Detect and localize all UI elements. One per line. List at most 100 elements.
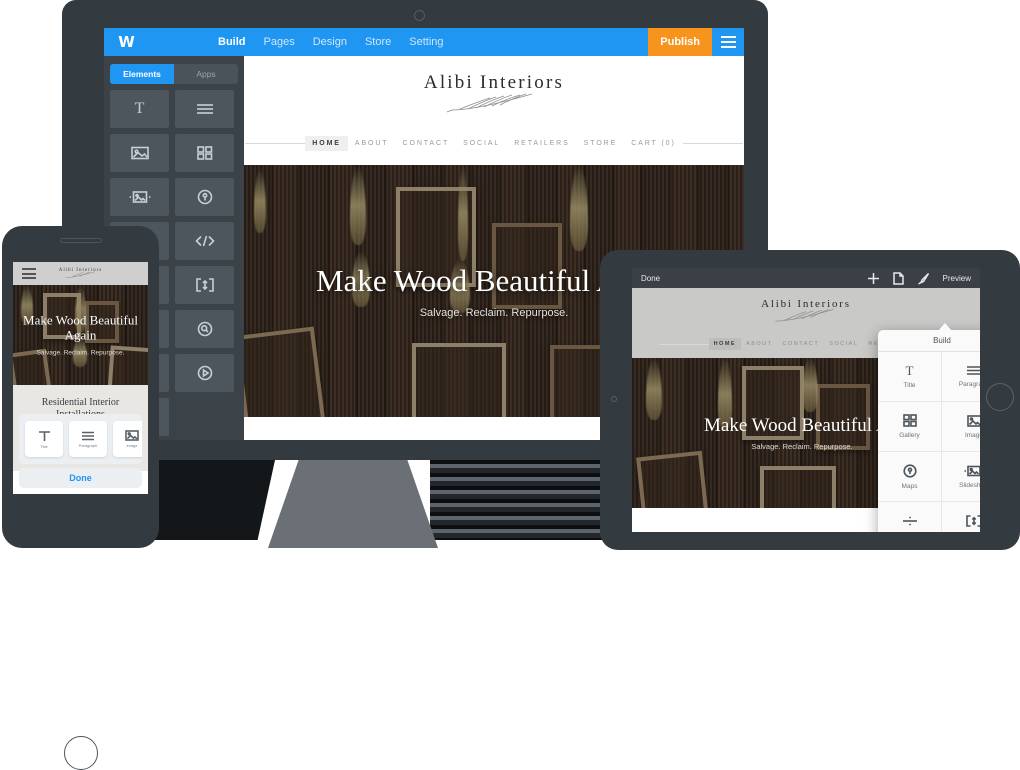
paragraph-icon (82, 431, 94, 440)
nav-store[interactable]: STORE (577, 136, 625, 151)
nav-home[interactable]: HOME (708, 338, 742, 350)
nav-contact[interactable]: CONTACT (396, 136, 457, 151)
popover-item-maps[interactable]: Maps (878, 452, 942, 502)
picker-item-title[interactable]: Title (25, 421, 63, 457)
brand-word-1: Alibi (423, 72, 474, 93)
menu-item-setting[interactable]: Setting (409, 36, 443, 48)
menu-item-pages[interactable]: Pages (264, 36, 295, 48)
menu-item-design[interactable]: Design (313, 36, 347, 48)
popover-item-gallery[interactable]: Gallery (878, 402, 942, 452)
spacer-icon (195, 278, 214, 292)
popover-title: Build (878, 330, 980, 352)
divider-icon (902, 516, 917, 525)
element-embed-code[interactable] (175, 222, 234, 260)
build-popover: Build T Title Paragraph Gallery (878, 330, 980, 532)
hamburger-icon[interactable] (712, 28, 744, 56)
tablet-site-preview: Alibi Interiors HOME ABOUT CONTACT SOCIA… (632, 288, 980, 532)
phone-hero-section: Make Wood Beautiful Again Salvage. Recla… (13, 285, 148, 385)
element-search[interactable] (175, 310, 234, 348)
phone-done-button[interactable]: Done (19, 468, 142, 488)
editor-topbar: W Build Pages Design Store Setting Publi… (104, 28, 744, 56)
camera-icon (611, 396, 617, 402)
home-button[interactable] (64, 736, 98, 770)
brand-word-1: Alibi (761, 298, 793, 310)
popover-item-label: Paragraph (958, 381, 980, 388)
webcam-icon (414, 10, 425, 21)
nav-rule-left (245, 143, 306, 144)
plus-icon[interactable] (867, 272, 880, 285)
gallery-icon (902, 414, 917, 427)
map-icon (197, 189, 212, 205)
popover-item-paragraph[interactable]: Paragraph (942, 352, 980, 402)
page-icon[interactable] (892, 271, 904, 285)
tab-apps[interactable]: Apps (174, 64, 238, 84)
tablet-toolbar: Done Preview (632, 268, 980, 288)
video-icon (197, 365, 212, 381)
nav-home[interactable]: HOME (305, 136, 348, 151)
promo-scene: W Build Pages Design Store Setting Publi… (0, 0, 1020, 770)
speaker-icon (60, 238, 102, 243)
popover-item-slideshow[interactable]: Slideshow (942, 452, 980, 502)
title-icon: T (905, 363, 914, 378)
image-icon (125, 430, 139, 441)
site-logo[interactable]: Alibi Interiors (244, 72, 744, 114)
site-nav: HOME ABOUT CONTACT SOCIAL RETAILERS STOR… (244, 136, 744, 165)
phone-element-picker: Title Paragraph Image (19, 414, 142, 464)
popover-item-spacer[interactable]: Spacer (942, 502, 980, 532)
picker-item-image[interactable]: Image (113, 421, 142, 457)
popover-item-image[interactable]: Image (942, 402, 980, 452)
monitor-stand (268, 460, 438, 548)
nav-about[interactable]: ABOUT (741, 338, 777, 350)
nav-about[interactable]: ABOUT (348, 136, 396, 151)
tab-elements[interactable]: Elements (110, 64, 174, 84)
feather-icon (775, 309, 834, 322)
popover-item-label: Gallery (899, 432, 920, 439)
hero-text: Make Wood Beautiful Again Salvage. Recla… (13, 312, 148, 357)
element-map[interactable] (175, 178, 234, 216)
paragraph-icon (196, 104, 213, 114)
weebly-logo[interactable]: W (104, 34, 148, 50)
tablet-preview-button[interactable]: Preview (943, 274, 971, 283)
picker-item-paragraph[interactable]: Paragraph (69, 421, 107, 457)
popover-item-label: Divider (899, 532, 919, 533)
paragraph-icon (967, 366, 980, 375)
hero-heading: Make Wood Beautiful Again (23, 312, 138, 343)
element-gallery[interactable] (175, 134, 234, 172)
search-icon (197, 321, 212, 337)
element-title[interactable]: T (110, 90, 169, 128)
home-button[interactable] (986, 383, 1014, 411)
popover-item-divider[interactable]: Divider (878, 502, 942, 532)
brand-word-2: Interiors (797, 298, 851, 310)
nav-rule-left (658, 343, 709, 345)
nav-social[interactable]: SOCIAL (456, 136, 507, 151)
popover-item-title[interactable]: T Title (878, 352, 942, 402)
brush-icon[interactable] (917, 272, 930, 285)
menu-item-store[interactable]: Store (365, 36, 391, 48)
element-slideshow[interactable] (110, 178, 169, 216)
tablet-done-button[interactable]: Done (641, 274, 660, 283)
phone-site-header: Alibi Interiors (13, 262, 148, 285)
title-icon (38, 430, 50, 441)
map-icon (902, 463, 917, 478)
picker-item-label: Paragraph (78, 442, 98, 448)
element-video[interactable] (175, 354, 234, 392)
tablet-device: Done Preview Alibi Interiors HOME ABOUT … (600, 250, 1020, 550)
brand-word-1: Alibi (58, 268, 75, 273)
spacer-icon (966, 514, 980, 527)
element-image[interactable] (110, 134, 169, 172)
popover-item-label: Slideshow (959, 481, 980, 489)
publish-button[interactable]: Publish (648, 28, 712, 56)
nav-cart[interactable]: CART (0) (624, 136, 683, 151)
sidebar-tabs: Elements Apps (110, 64, 238, 84)
phone-screen: Alibi Interiors Make Wood Beautiful Agai… (13, 262, 148, 494)
nav-social[interactable]: SOCIAL (824, 338, 863, 350)
nav-rule-right (682, 143, 743, 144)
popover-item-label: Title (903, 382, 916, 389)
nav-contact[interactable]: CONTACT (778, 338, 825, 350)
phone-site-logo: Alibi Interiors (13, 268, 148, 279)
feather-icon (446, 93, 533, 113)
nav-retailers[interactable]: RETAILERS (507, 136, 576, 151)
element-paragraph[interactable] (175, 90, 234, 128)
menu-item-build[interactable]: Build (218, 36, 246, 48)
element-spacer[interactable] (175, 266, 234, 304)
